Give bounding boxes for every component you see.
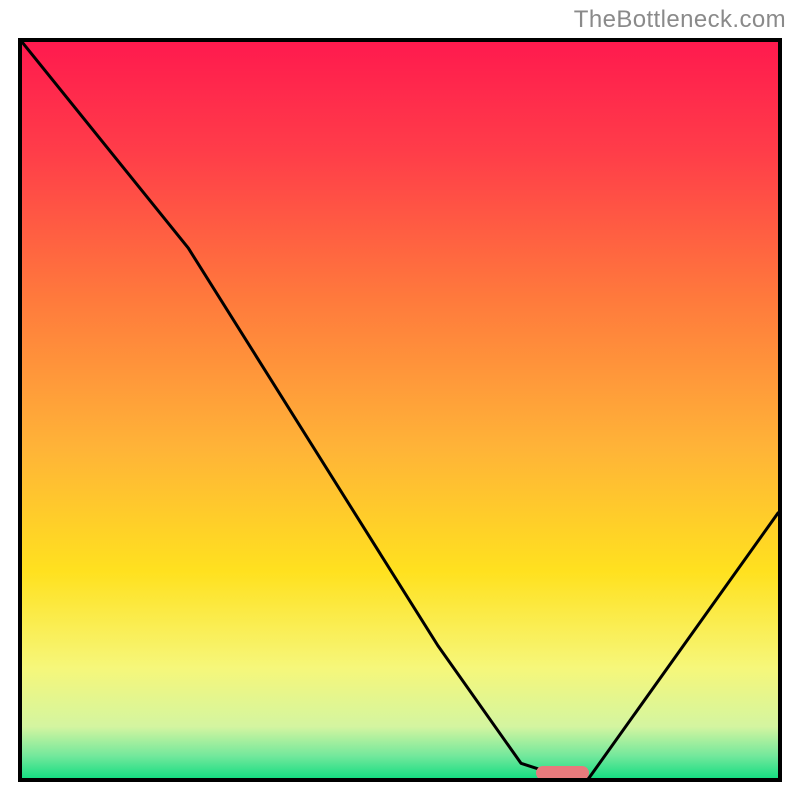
- chart-stage: TheBottleneck.com: [0, 0, 800, 800]
- plot-frame: [18, 38, 782, 782]
- curve-layer: [22, 42, 778, 778]
- watermark-text: TheBottleneck.com: [574, 6, 786, 34]
- optimal-range-marker: [536, 766, 589, 780]
- bottleneck-curve: [22, 42, 778, 778]
